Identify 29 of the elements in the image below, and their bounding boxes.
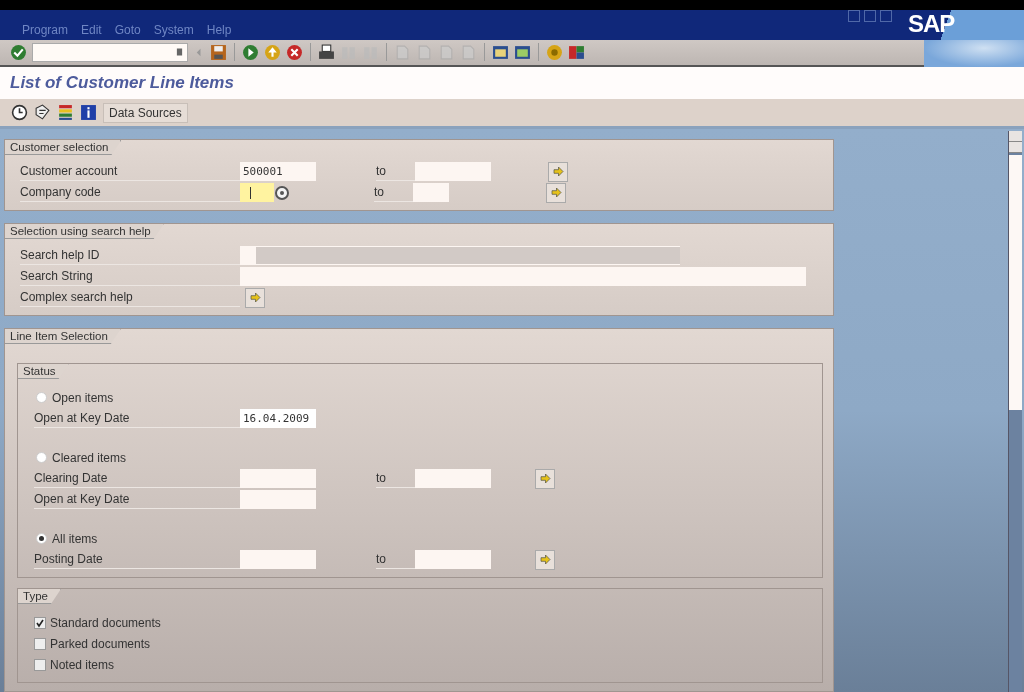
field-label: Clearing Date <box>34 469 240 488</box>
field-label: Company code <box>20 183 240 202</box>
field-label: Open at Key Date <box>34 409 240 428</box>
menu-item[interactable]: Goto <box>114 22 141 37</box>
panel-title: Selection using search help <box>5 224 164 239</box>
field-label: Complex search help <box>20 288 240 307</box>
field-label: Posting Date <box>34 550 240 569</box>
checkbox-label: Noted items <box>50 657 115 672</box>
checkbox-label: Standard documents <box>50 615 161 630</box>
field-label: Search help ID <box>20 246 240 265</box>
group-title: Type <box>18 589 61 604</box>
radio-label: Cleared items <box>52 450 127 465</box>
field-label: Customer account <box>20 162 240 181</box>
menu-item[interactable]: Help <box>206 22 232 37</box>
menu-item[interactable]: Edit <box>81 22 102 37</box>
data-sources-button[interactable]: Data Sources <box>103 102 188 123</box>
field-label: Open at Key Date <box>34 490 240 509</box>
screen-title: List of Customer Line Items <box>10 73 234 94</box>
checkbox-label: Parked documents <box>50 636 151 651</box>
input-field[interactable]: 500001 <box>240 162 316 181</box>
menu-item[interactable]: Program <box>22 22 68 37</box>
input-field[interactable]: 16.04.2009 <box>240 409 316 428</box>
field-label: Search String <box>20 267 240 286</box>
panel-title: Line Item Selection <box>5 329 121 344</box>
menu-item[interactable]: System <box>153 22 194 37</box>
radio-label: All items <box>52 531 98 546</box>
radio-label: Open items <box>52 390 114 405</box>
group-title: Status <box>18 364 69 379</box>
panel-title: Customer selection <box>5 140 122 155</box>
